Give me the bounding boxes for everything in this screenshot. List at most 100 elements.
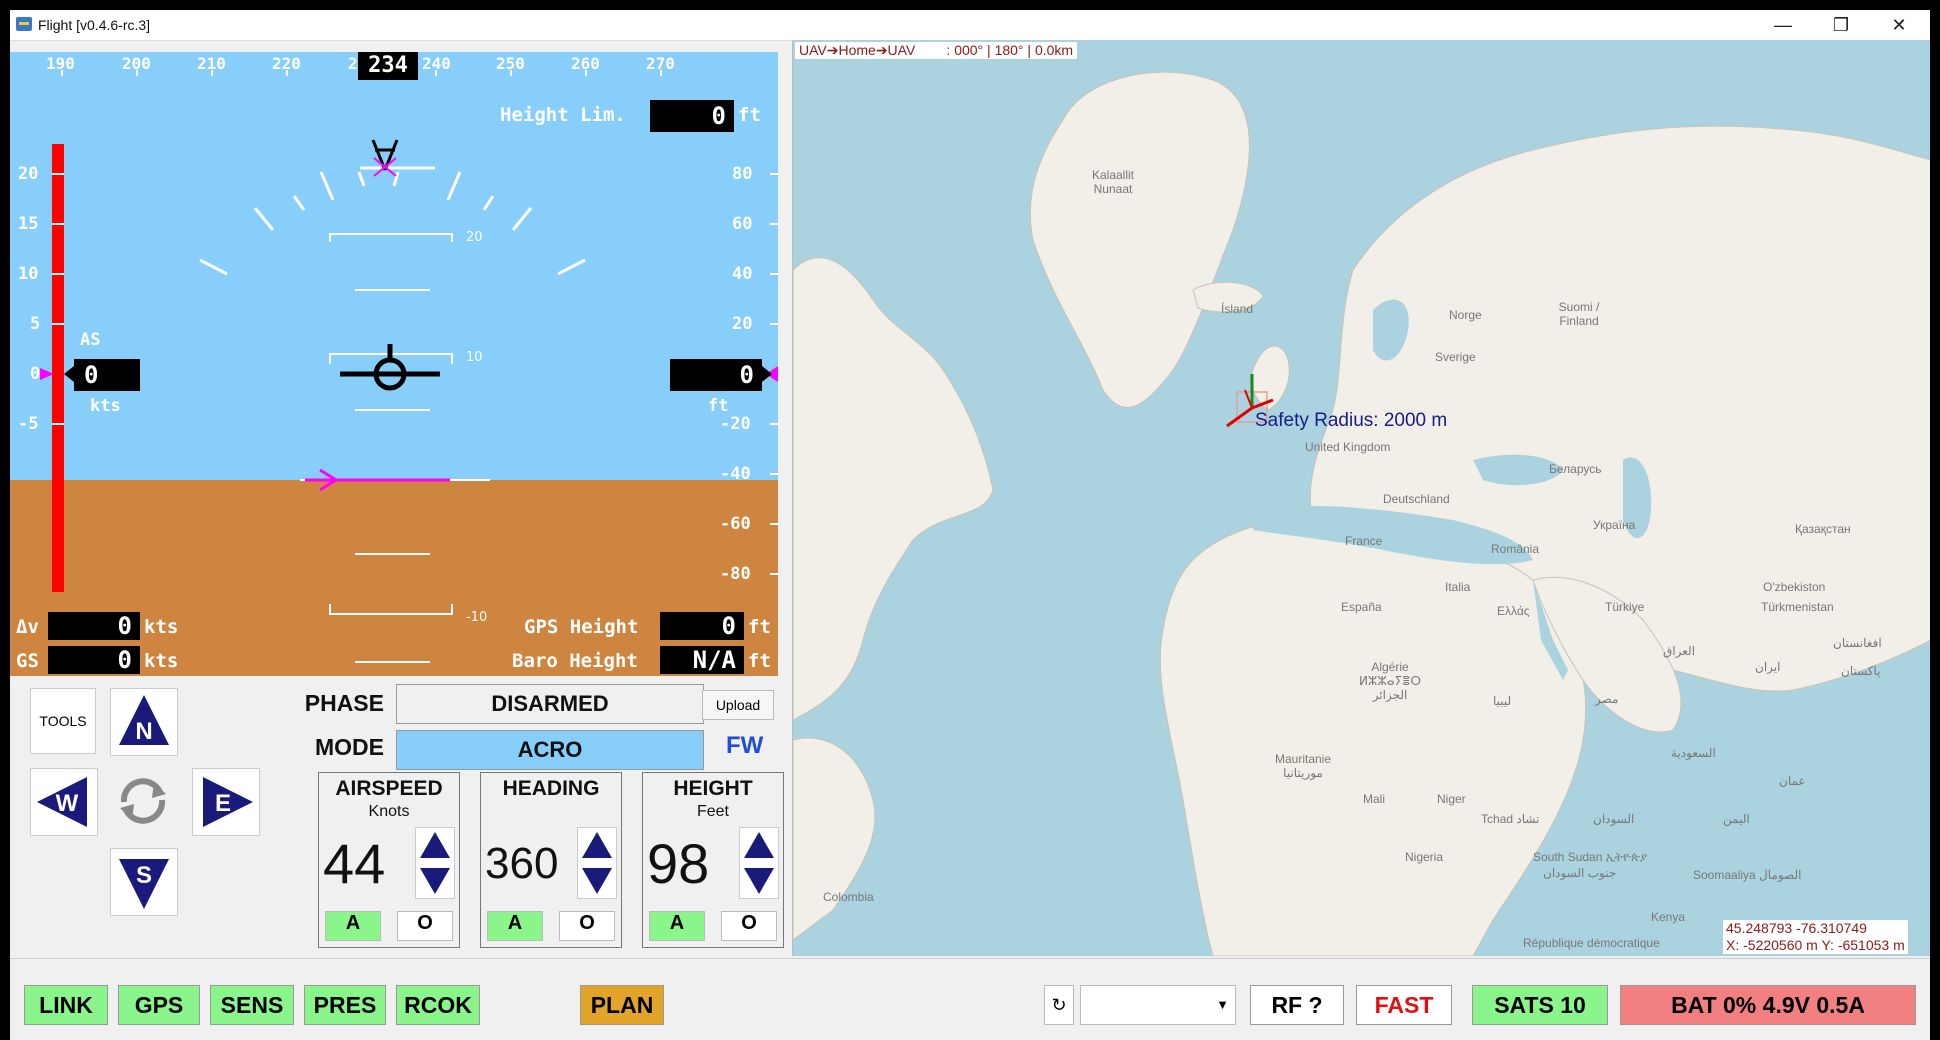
altitude-tick-label: 60 [732, 214, 753, 234]
title-bar: Flight [v0.4.6-rc.3] — ❐ ✕ [10, 10, 1930, 41]
delta-v-label: Δv [16, 616, 39, 638]
airspeed-tick-label: -5 [18, 414, 39, 434]
mode-selector[interactable]: ACRO [396, 730, 704, 770]
east-button[interactable]: E [192, 768, 260, 836]
plan-button[interactable]: PLAN [580, 985, 664, 1025]
rf-indicator[interactable]: RF ? [1250, 985, 1344, 1025]
sensors-indicator[interactable]: SENS [210, 985, 294, 1025]
map-label: South Sudan ኢትዮጵያ [1533, 850, 1648, 864]
airspeed-tick-label: 10 [18, 264, 39, 284]
baro-height-label: Baro Height [512, 650, 638, 672]
map-label: Algérie ⵍⵣⵣⴰⵢⴻⵔ الجزائر [1358, 660, 1422, 702]
ground-speed-unit: kts [144, 650, 179, 672]
airspeed-label: AS [80, 330, 101, 350]
app-window: Flight [v0.4.6-rc.3] — ❐ ✕ 20 10 -10 190… [10, 10, 1930, 1040]
heading-override-button[interactable]: O [559, 911, 615, 941]
ground-speed-label: GS [16, 650, 39, 672]
airspeed-tick-label: 15 [18, 214, 39, 234]
safety-radius-label: Safety Radius: 2000 m [1255, 410, 1448, 431]
cursor-latlon: 45.248793 -76.310749 [1726, 920, 1867, 936]
cursor-xy: X: -5220560 m Y: -651053 m [1726, 937, 1905, 953]
map-label: Tchad تشاد [1481, 812, 1540, 826]
refresh-ports-button[interactable]: ↻ [1044, 985, 1074, 1025]
heading-tick-label: 200 [122, 54, 151, 73]
mode-label: MODE [315, 734, 384, 760]
heading-setpoint-value: 360 [485, 839, 559, 888]
altitude-tick-label: 40 [732, 264, 753, 284]
height-limit-value: 0 [650, 100, 734, 132]
height-auto-button[interactable]: A [649, 911, 705, 941]
ground-speed-value: 0 [48, 646, 140, 674]
map-view[interactable]: UAV➔Home➔UAV : 000° | 180° | 0.0km Safet… [792, 40, 1930, 956]
panel-title: AIRSPEED [335, 777, 443, 800]
satellites-indicator[interactable]: SATS 10 [1472, 985, 1608, 1025]
pitch-label: 10 [466, 350, 483, 365]
up-arrow-icon [582, 832, 612, 858]
heading-auto-button[interactable]: A [487, 911, 543, 941]
height-limit-label: Height Lim. [500, 104, 626, 126]
map-label: Norge [1449, 308, 1482, 322]
primary-flight-display: 20 10 -10 190 200 210 220 2 240 250 260 … [10, 52, 778, 676]
height-stepper[interactable] [739, 827, 779, 899]
map-label: Türkmenistan [1761, 600, 1834, 614]
heading-tick-label: 2 [348, 54, 358, 73]
port-dropdown[interactable]: ▼ [1080, 985, 1236, 1025]
height-setpoint-panel: HEIGHT Feet 98 A O [642, 772, 784, 948]
map-label: Қазақстан [1795, 522, 1851, 536]
status-bar: LINK GPS SENS PRES RCOK PLAN ↻ ▼ RF ? FA… [10, 958, 1930, 1040]
heading-tick-label: 250 [496, 54, 525, 73]
height-limit-unit: ft [738, 104, 761, 126]
down-arrow-icon [420, 868, 450, 894]
tools-button[interactable]: TOOLS [30, 688, 96, 754]
map-label: جنوب السودان [1543, 866, 1617, 880]
pitch-label: 20 [466, 230, 483, 245]
map-label: România [1491, 542, 1540, 556]
svg-text:E: E [215, 790, 231, 817]
height-override-button[interactable]: O [721, 911, 777, 941]
north-button[interactable]: N [110, 688, 178, 756]
airspeed-tick-label: 0 [30, 364, 41, 384]
heading-tick-label: 240 [422, 54, 451, 73]
airspeed-auto-button[interactable]: A [325, 911, 381, 941]
west-button[interactable]: W [30, 768, 98, 836]
fast-indicator[interactable]: FAST [1356, 985, 1452, 1025]
gps-indicator[interactable]: GPS [118, 985, 200, 1025]
south-button[interactable]: S [110, 848, 178, 916]
map-label: Kenya [1651, 910, 1686, 924]
map-label: Türkiye [1605, 600, 1645, 614]
airspeed-override-button[interactable]: O [397, 911, 453, 941]
airspeed-setpoint-value: 44 [323, 832, 386, 895]
heading-stepper[interactable] [577, 827, 617, 899]
rc-ok-indicator[interactable]: RCOK [396, 985, 480, 1025]
airspeed-stepper[interactable] [415, 827, 455, 899]
airspeed-tick-label: 5 [30, 314, 41, 334]
cursor-coordinates: 45.248793 -76.310749 X: -5220560 m Y: -6… [1723, 920, 1908, 954]
gps-height-label: GPS Height [524, 616, 639, 638]
altitude-tick-label: -80 [720, 564, 751, 584]
map-label: Italia [1445, 580, 1471, 594]
heading-readout: 234 [358, 52, 418, 80]
map-label: Sverige [1435, 350, 1476, 364]
map-label: عمان [1779, 774, 1806, 788]
delta-v-unit: kts [144, 616, 179, 638]
north-arrow-icon: N [119, 695, 169, 745]
map-label: Україна [1593, 518, 1636, 532]
maximize-button[interactable]: ❐ [1812, 10, 1870, 40]
minimize-button[interactable]: — [1754, 10, 1812, 40]
delta-v-value: 0 [48, 612, 140, 640]
map-label: Colombia [823, 890, 874, 904]
close-button[interactable]: ✕ [1870, 10, 1928, 40]
gps-height-value: 0 [660, 612, 744, 640]
pressure-indicator[interactable]: PRES [304, 985, 386, 1025]
panel-title: HEADING [502, 777, 600, 800]
map-label: Беларусь [1549, 462, 1602, 476]
map-label: Nigeria [1405, 850, 1444, 864]
upload-button[interactable]: Upload [702, 690, 774, 720]
chevron-down-icon: ▼ [1216, 997, 1229, 1012]
recenter-button[interactable] [110, 768, 178, 836]
altitude-unit: ft [708, 396, 729, 416]
map-label: United Kingdom [1305, 440, 1391, 454]
west-arrow-icon: W [37, 777, 87, 827]
battery-indicator[interactable]: BAT 0% 4.9V 0.5A [1620, 985, 1916, 1025]
link-indicator[interactable]: LINK [24, 985, 108, 1025]
